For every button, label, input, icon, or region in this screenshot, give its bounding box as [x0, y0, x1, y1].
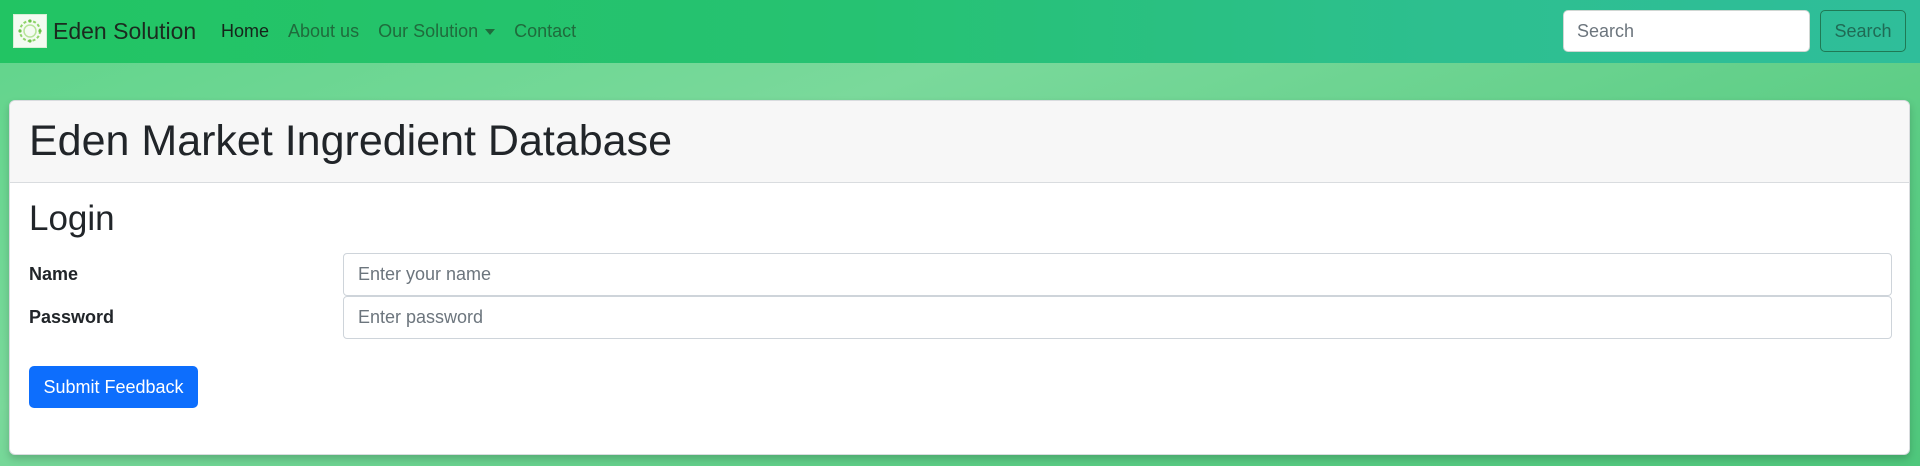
nav-link-home[interactable]: Home: [221, 21, 269, 42]
card-header: Eden Market Ingredient Database: [10, 101, 1909, 183]
name-form-row: Name: [29, 253, 1903, 296]
brand-link[interactable]: Eden Solution: [13, 14, 196, 48]
page-title: Eden Market Ingredient Database: [29, 117, 673, 165]
name-field[interactable]: [343, 253, 1892, 296]
nav-links: Home About us Our Solution Contact: [221, 0, 595, 63]
leaf-wreath-logo-icon: [13, 14, 47, 48]
login-heading: Login: [29, 199, 115, 238]
name-label: Name: [29, 264, 79, 284]
nav-link-contact[interactable]: Contact: [514, 21, 576, 42]
top-navbar: Eden Solution Home About us Our Solution…: [0, 0, 1920, 63]
password-field[interactable]: [343, 296, 1892, 339]
nav-link-our-solution[interactable]: Our Solution: [378, 21, 496, 42]
nav-link-about-us[interactable]: About us: [288, 21, 359, 42]
submit-feedback-button[interactable]: Submit Feedback: [29, 366, 198, 408]
search-button[interactable]: Search: [1820, 10, 1906, 52]
password-form-row: Password: [29, 296, 1903, 339]
password-label: Password: [29, 307, 115, 327]
chevron-down-icon: [485, 28, 496, 35]
login-card: Eden Market Ingredient Database Login Na…: [9, 100, 1910, 455]
brand-name: Eden Solution: [53, 17, 197, 44]
nav-link-our-solution-label: Our Solution: [378, 21, 479, 41]
search-input[interactable]: [1563, 10, 1810, 52]
